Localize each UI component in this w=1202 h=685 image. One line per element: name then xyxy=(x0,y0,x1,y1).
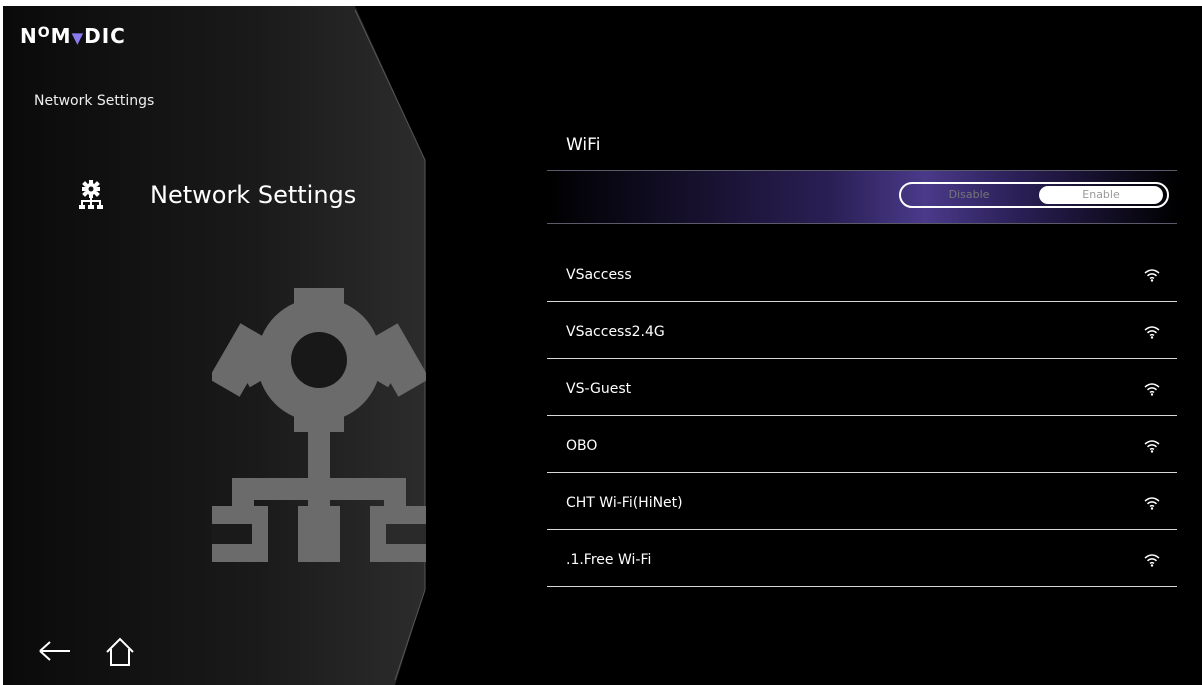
wifi-network-list: VSaccess VSaccess2.4G VS-Guest OBO CHT W… xyxy=(547,245,1177,587)
wifi-toggle-row: Disable Enable xyxy=(547,170,1177,224)
wifi-section-title: WiFi xyxy=(566,135,601,155)
sidebar-panel: NOM▼DIC Network Settings Network Setting… xyxy=(0,0,430,685)
wifi-signal-icon xyxy=(1144,554,1160,567)
sidebar-item-network-settings[interactable]: Network Settings xyxy=(78,178,356,212)
network-gear-icon xyxy=(79,180,103,209)
wifi-signal-icon xyxy=(1144,326,1160,339)
wifi-enable-option[interactable]: Enable xyxy=(1039,186,1163,204)
wifi-disable-option[interactable]: Disable xyxy=(909,186,1029,204)
wifi-signal-icon xyxy=(1144,269,1160,282)
network-gear-icon xyxy=(212,288,426,562)
network-name: VSaccess xyxy=(566,267,632,283)
brand-logo: NOM▼DIC xyxy=(20,24,126,48)
network-name: CHT Wi-Fi(HiNet) xyxy=(566,495,683,511)
wifi-toggle[interactable]: Disable Enable xyxy=(899,182,1169,208)
wifi-signal-icon xyxy=(1144,440,1160,453)
wifi-signal-icon xyxy=(1144,497,1160,510)
list-item[interactable]: VSaccess xyxy=(547,245,1177,302)
list-item[interactable]: VSaccess2.4G xyxy=(547,302,1177,359)
breadcrumb: Network Settings xyxy=(34,93,155,109)
network-name: OBO xyxy=(566,438,598,454)
sidebar-item-label: Network Settings xyxy=(150,181,357,209)
list-item[interactable]: OBO xyxy=(547,416,1177,473)
list-item[interactable]: .1.Free Wi-Fi xyxy=(547,530,1177,587)
list-item[interactable]: VS-Guest xyxy=(547,359,1177,416)
back-arrow-icon[interactable] xyxy=(38,640,72,662)
wifi-signal-icon xyxy=(1144,383,1160,396)
network-name: VS-Guest xyxy=(566,381,632,397)
list-item[interactable]: CHT Wi-Fi(HiNet) xyxy=(547,473,1177,530)
network-name: VSaccess2.4G xyxy=(566,324,665,340)
network-name: .1.Free Wi-Fi xyxy=(566,552,652,568)
home-icon[interactable] xyxy=(105,637,135,667)
